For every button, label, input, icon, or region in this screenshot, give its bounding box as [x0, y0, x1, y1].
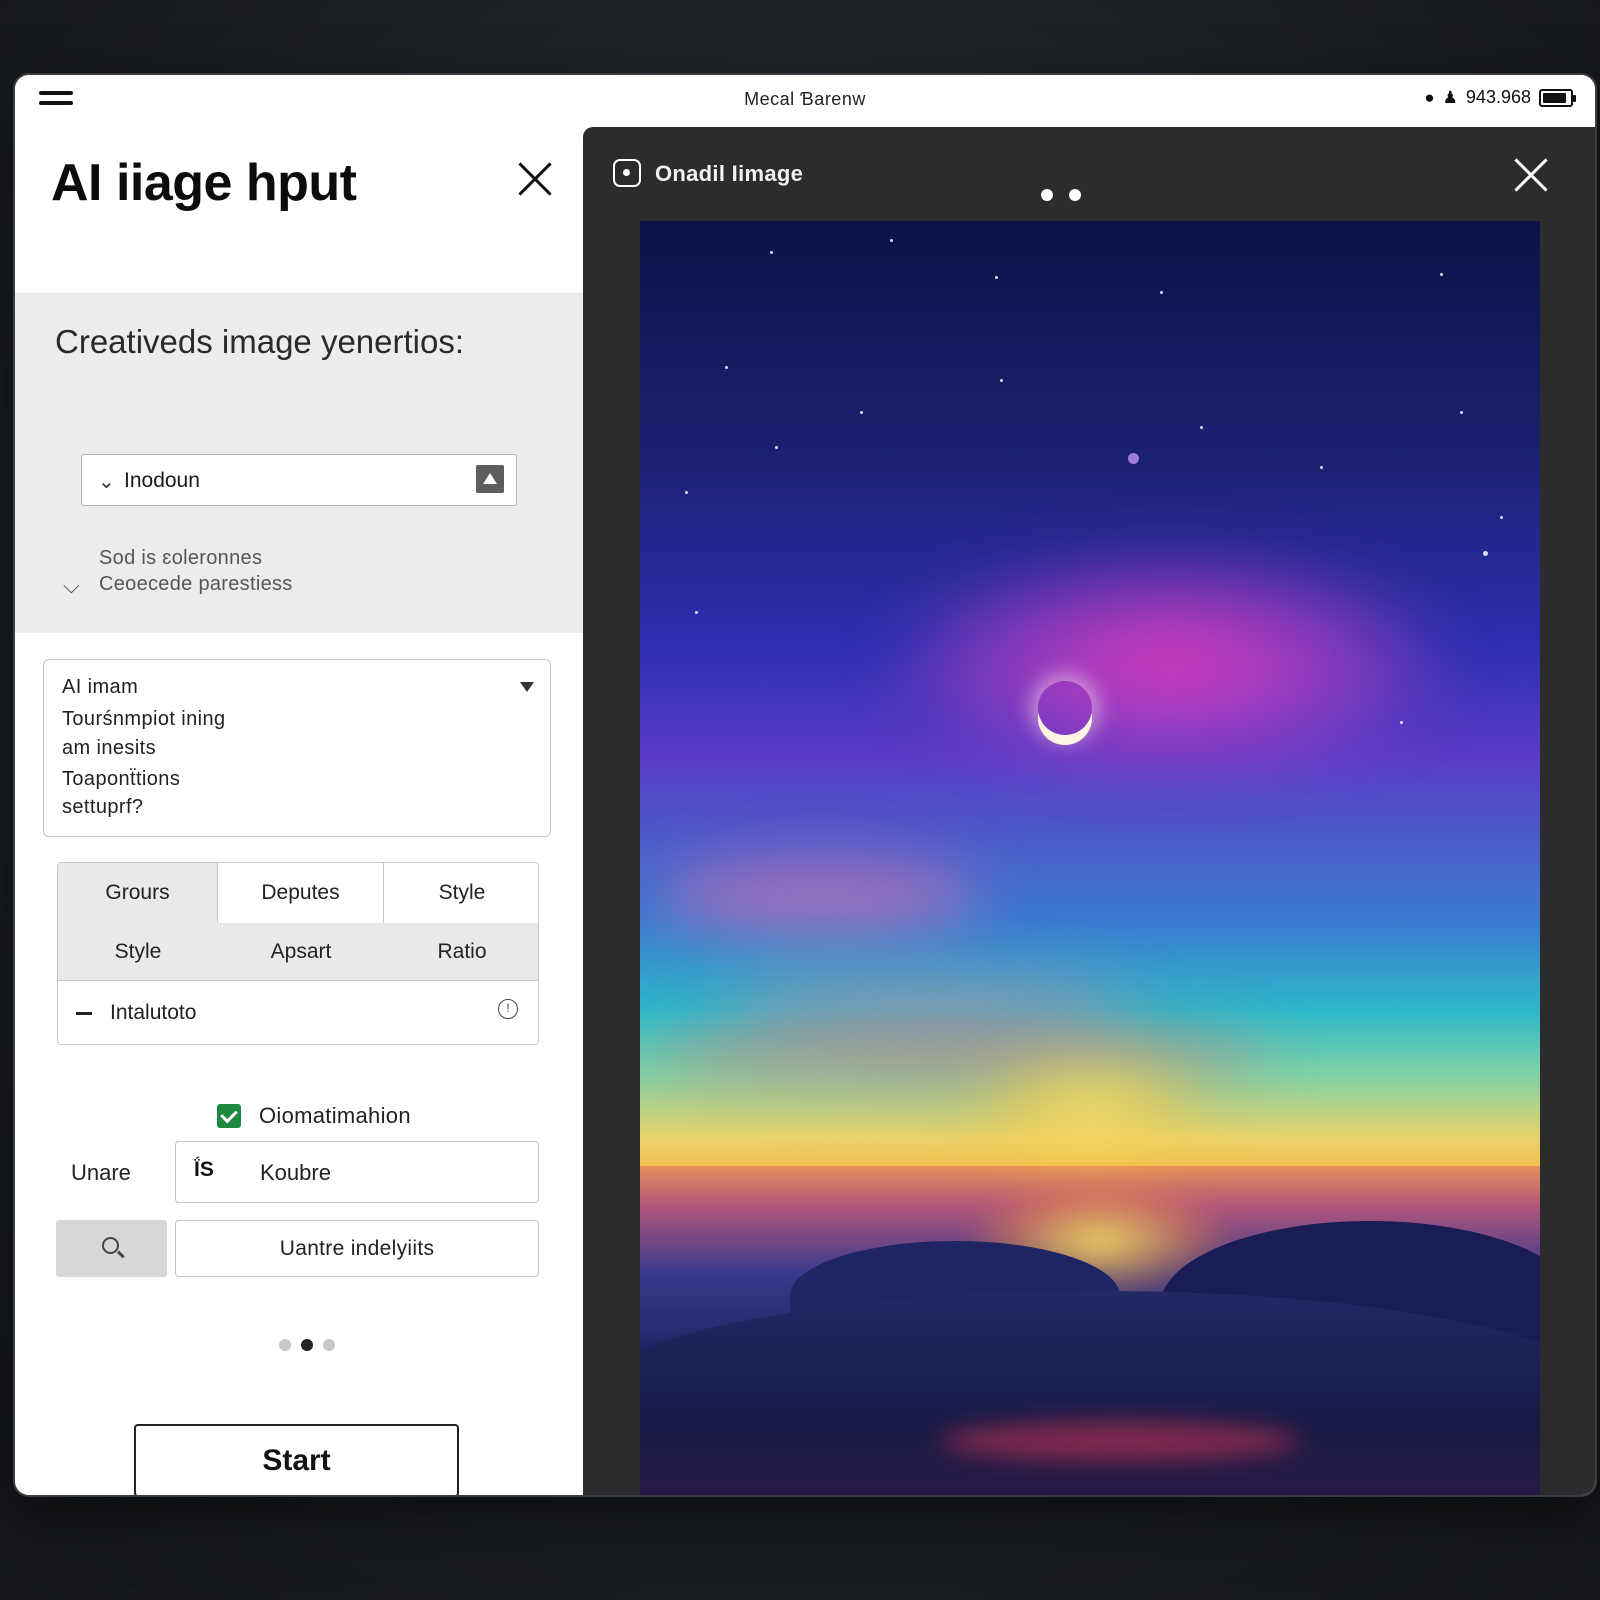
generation-section: Creativeds image yenertios: ⌄ Inodoun So…: [15, 293, 583, 633]
option-tab[interactable]: Grours: [58, 863, 218, 923]
image-glow: [890, 551, 1450, 771]
image-star: [995, 276, 998, 279]
image-cloud: [650, 1031, 1270, 1081]
image-star: [1440, 273, 1443, 276]
image-star: [1483, 551, 1488, 556]
expand-chevron-icon[interactable]: ⌵: [63, 573, 80, 599]
status-number: 943.968: [1465, 87, 1531, 107]
notification-icon: ●: [1424, 87, 1435, 107]
carousel-dot[interactable]: [1069, 189, 1081, 201]
page-dot-active[interactable]: [301, 1339, 313, 1351]
checkbox-label: Oiomatimahion: [259, 1103, 411, 1128]
carousel-dot[interactable]: [1041, 189, 1053, 201]
search-icon: [102, 1237, 119, 1254]
option-tab[interactable]: Style: [58, 923, 218, 980]
user-icon: ♟: [1442, 87, 1458, 107]
options-grid: Grours Deputes Style Style Apsart Ratio …: [57, 862, 539, 1045]
image-star: [695, 611, 698, 614]
image-star: [725, 366, 728, 369]
image-wave: [640, 1291, 1540, 1495]
page-dot[interactable]: [323, 1339, 335, 1351]
start-button[interactable]: Start: [134, 1424, 459, 1495]
option-tab[interactable]: Ratio: [384, 923, 538, 980]
image-cloud: [720, 981, 1140, 1031]
caret-down-icon[interactable]: [520, 682, 534, 692]
carousel-dots: [1041, 189, 1081, 201]
option-tab[interactable]: Deputes: [218, 863, 384, 923]
prompt-line: am inesits: [62, 737, 157, 759]
minus-icon[interactable]: [76, 1012, 92, 1015]
name-input[interactable]: ḮЅ Koubre: [175, 1141, 539, 1203]
prompt-line: settuprf?: [62, 796, 144, 818]
image-cloud: [660, 861, 980, 931]
prompt-line: Tourśnmpiot ining: [62, 708, 226, 730]
name-value: Koubre: [260, 1160, 331, 1185]
section-title: Creativeds image yenertios:: [55, 323, 465, 360]
image-star: [1400, 721, 1403, 724]
hint-text: Ceoecede parestiess: [99, 573, 293, 595]
image-planet: [1128, 453, 1139, 464]
app-window: Mecal Ɓarenw ● ♟ 943.968 AI iiage hput C…: [15, 75, 1595, 1495]
image-star: [1460, 411, 1463, 414]
input-panel: AI iiage hput Creativeds image yenertios…: [15, 127, 583, 1495]
info-icon[interactable]: !: [498, 999, 518, 1019]
status-bar: Mecal Ɓarenw ● ♟ 943.968: [15, 75, 1595, 127]
image-star: [770, 251, 773, 254]
image-star: [1320, 466, 1323, 469]
page-indicator: [279, 1339, 335, 1351]
image-star: [1200, 426, 1203, 429]
preview-panel: Onadil Iimage: [583, 127, 1595, 1495]
image-star: [890, 239, 893, 242]
auto-option-row[interactable]: Intalutoto !: [58, 981, 538, 1044]
model-dropdown[interactable]: ⌄ Inodoun: [81, 454, 517, 506]
page-title: AI iiage hput: [51, 154, 357, 212]
dropdown-label: Inodoun: [124, 469, 200, 492]
prompt-textarea[interactable]: AI imam Tourśnmpiot ining am inesits Toa…: [43, 659, 551, 837]
image-star: [860, 411, 863, 414]
page-dot[interactable]: [279, 1339, 291, 1351]
hint-text: Sod is ɛoleronnes: [99, 547, 263, 569]
image-star: [685, 491, 688, 494]
image-icon: [613, 159, 641, 187]
status-indicators: ● ♟ 943.968: [1424, 87, 1576, 108]
optimization-checkbox[interactable]: [217, 1104, 241, 1128]
image-star: [1160, 291, 1163, 294]
chevron-down-icon: ⌄: [98, 471, 115, 493]
option-tab[interactable]: Style: [384, 863, 538, 923]
close-icon[interactable]: [1511, 155, 1551, 195]
auto-option-label: Intalutoto: [110, 1001, 197, 1024]
image-sun: [970, 1061, 1210, 1151]
close-icon[interactable]: [515, 159, 555, 199]
name-glyph: ḮЅ: [194, 1158, 214, 1181]
search-input[interactable]: Uantre indelyiits: [175, 1220, 539, 1277]
option-tab[interactable]: Apsart: [218, 923, 384, 980]
image-reflection: [940, 1421, 1300, 1461]
image-moon: [1038, 681, 1092, 735]
image-star: [1000, 379, 1003, 382]
name-label: Unare: [71, 1160, 131, 1185]
generated-image[interactable]: [640, 221, 1540, 1495]
image-star: [775, 446, 778, 449]
prompt-line: AI imam: [62, 676, 139, 698]
preview-title: Onadil Iimage: [655, 161, 804, 186]
image-star: [1500, 516, 1503, 519]
battery-icon: [1539, 88, 1576, 107]
search-button[interactable]: [56, 1220, 167, 1277]
upload-icon[interactable]: [476, 465, 504, 493]
prompt-line: Toaponẗtions: [62, 768, 181, 790]
status-title: Mecal Ɓarenw: [744, 89, 866, 109]
